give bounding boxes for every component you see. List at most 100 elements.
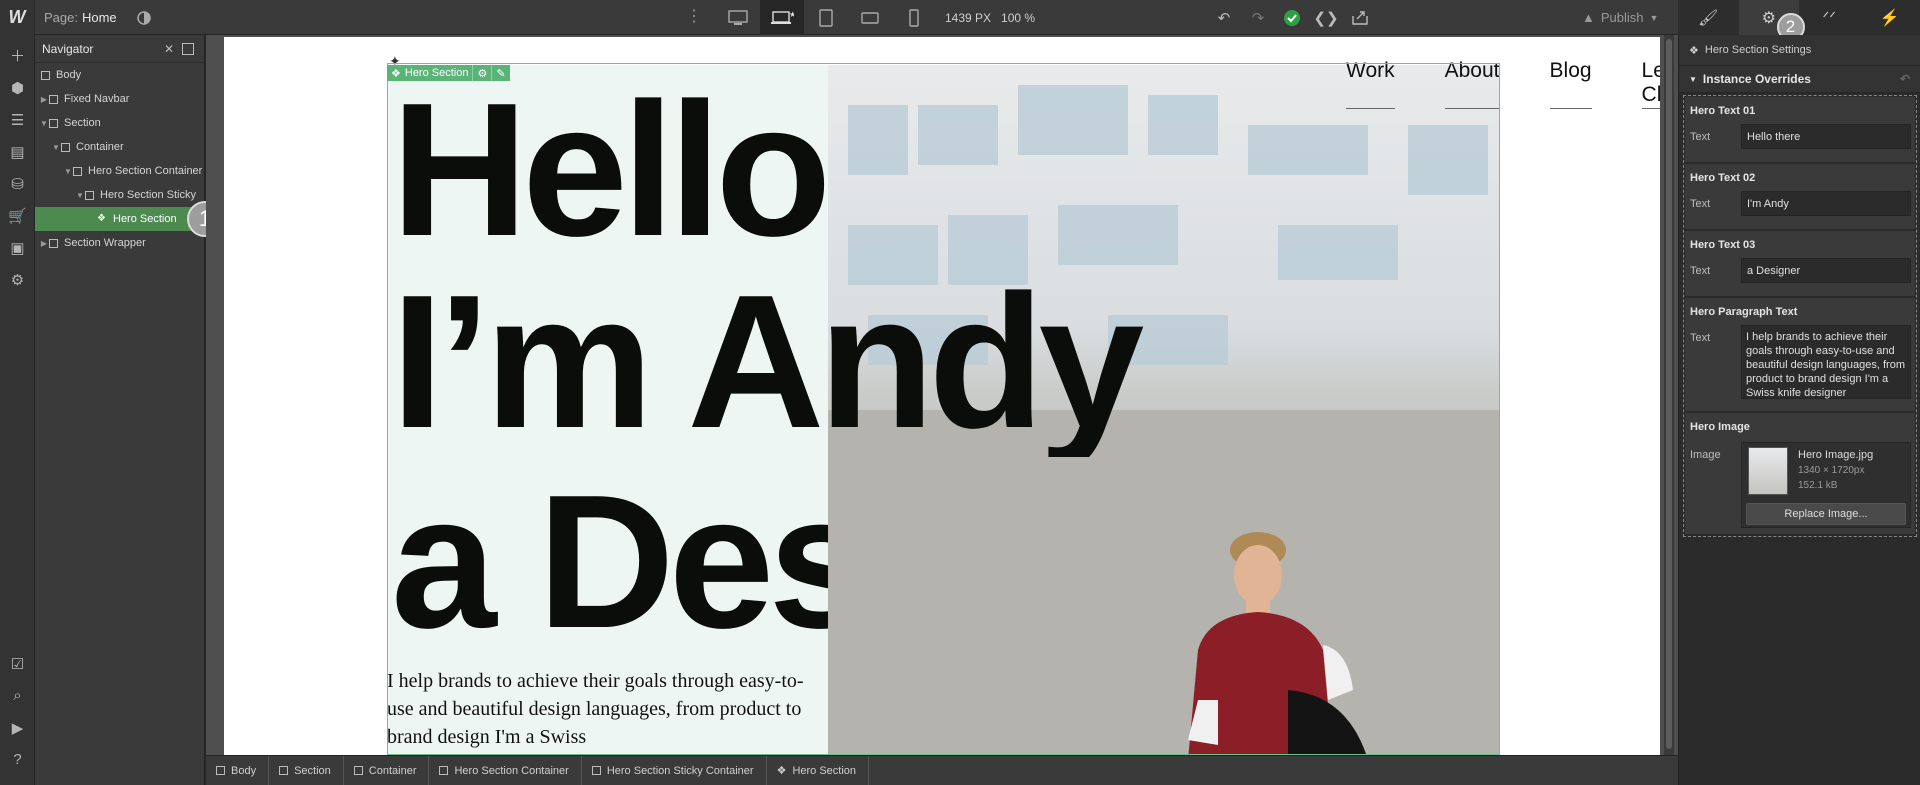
breadcrumb-item[interactable]: Container xyxy=(344,755,430,785)
webflow-logo-icon[interactable]: W xyxy=(0,0,35,35)
close-icon[interactable]: ✕ xyxy=(164,42,174,56)
top-toolbar: W Page: Home ⋮ ★ 1439 PX 100 % ↶ ↷ ❮❯ ▲ … xyxy=(0,0,1920,41)
instance-overrides-label: Instance Overrides xyxy=(1702,72,1811,86)
breadcrumb-item[interactable]: Body xyxy=(206,755,270,785)
caret-down-icon[interactable]: ▼ xyxy=(39,119,49,128)
breadcrumb-item[interactable]: Hero Section Sticky Container xyxy=(582,755,767,785)
help-icon[interactable]: ? xyxy=(7,749,28,770)
hero-text-01-input[interactable]: Hello there xyxy=(1741,124,1911,149)
element-box-icon xyxy=(279,766,289,775)
edit-pencil-icon[interactable]: ✎ xyxy=(491,65,509,81)
breakpoint-desktop-base-icon[interactable]: ★ xyxy=(760,0,804,35)
pages-icon[interactable]: ▤ xyxy=(7,141,28,162)
cms-database-icon[interactable]: ⛁ xyxy=(7,173,28,194)
publish-rocket-icon: ▲ xyxy=(1582,10,1595,25)
hero-paragraph-textarea[interactable]: I help brands to achieve their goals thr… xyxy=(1741,325,1911,399)
left-icon-rail: ＋ ⬢ ☰ ▤ ⛁ 🛒 ▣ ⚙ ☑ ⌕ ▶ ? xyxy=(0,35,35,785)
search-icon[interactable]: ⌕ xyxy=(7,685,28,706)
caret-right-icon[interactable]: ▶ xyxy=(39,95,49,104)
hero-text-03[interactable]: a Designer xyxy=(391,467,828,657)
code-export-icon[interactable]: ❮❯ xyxy=(1313,8,1338,28)
breadcrumb-label: Container xyxy=(368,764,417,777)
video-tutorials-icon[interactable]: ▶ xyxy=(7,717,28,738)
symbols-cube-icon[interactable]: ⬢ xyxy=(7,77,28,98)
tree-item-section[interactable]: ▼ Section xyxy=(35,111,205,135)
hero-text-02-input[interactable]: I'm Andy xyxy=(1741,191,1911,216)
breakpoint-mobile-landscape-icon[interactable] xyxy=(848,0,892,35)
more-dots-icon[interactable]: ⋮ xyxy=(686,8,702,26)
override-hero-text-01: Hero Text 01 Text Hello there xyxy=(1685,97,1915,163)
tree-item-label: Hero Section Container xyxy=(88,165,203,177)
person-photo xyxy=(1188,532,1367,755)
nav-link-lets-chat[interactable]: Lets Chat xyxy=(1641,59,1660,109)
breakpoint-desktop-large-icon[interactable] xyxy=(716,0,760,35)
reset-icon[interactable]: ↶ xyxy=(1900,72,1910,86)
tree-item-body[interactable]: Body xyxy=(35,63,205,87)
nav-link-blog[interactable]: Blog xyxy=(1549,59,1592,109)
settings-title-text: Hero Section Settings xyxy=(1704,44,1812,56)
hero-paragraph[interactable]: I help brands to achieve their goals thr… xyxy=(387,667,827,751)
navigator-layers-icon[interactable]: ☰ xyxy=(7,109,28,130)
breadcrumb-item[interactable]: Section xyxy=(269,755,344,785)
add-panel-icon[interactable]: ＋ xyxy=(7,45,28,66)
hero-text-03-input[interactable]: a Designer xyxy=(1741,258,1911,283)
replace-image-button[interactable]: Replace Image... xyxy=(1746,503,1906,525)
share-icon[interactable] xyxy=(1350,8,1370,28)
interactions-bolt-icon[interactable]: ⚡ xyxy=(1860,0,1920,35)
zoom-readout[interactable]: 100 % xyxy=(1001,11,1035,25)
image-filesize: 152.1 kB xyxy=(1798,480,1838,491)
project-settings-gear-icon[interactable]: ⚙ xyxy=(7,269,28,290)
caret-down-icon[interactable]: ▼ xyxy=(63,167,73,176)
tree-item-hero-section-sticky[interactable]: ▼ Hero Section Sticky xyxy=(35,183,205,207)
preview-eye-icon[interactable] xyxy=(136,10,152,26)
audit-checkbox-icon[interactable]: ☑ xyxy=(7,653,28,674)
caret-down-icon[interactable]: ▼ xyxy=(75,191,85,200)
breadcrumb-item[interactable]: ❖ Hero Section xyxy=(767,755,870,785)
dock-panel-icon[interactable] xyxy=(182,43,194,55)
canvas-size-readout: 1439 PX 100 % xyxy=(945,0,1035,35)
override-field-label: Text xyxy=(1690,265,1711,277)
tree-item-container[interactable]: ▼ Container xyxy=(35,135,205,159)
hero-section[interactable]: Hello I’m Andy a Designer I help brands … xyxy=(387,65,1499,755)
right-panel-tabs: 🖌 ⚙ 2 ᐟᐟ ⚡ xyxy=(1678,0,1920,41)
image-dimensions: 1340 × 1720px xyxy=(1798,465,1865,476)
image-picker[interactable]: Hero Image.jpg 1340 × 1720px 152.1 kB Re… xyxy=(1741,442,1911,528)
settings-gear-icon[interactable]: ⚙ xyxy=(472,65,491,81)
tree-item-label: Hero Section Sticky xyxy=(100,189,196,201)
interactions-drops-icon[interactable]: ᐟᐟ xyxy=(1799,0,1860,35)
canvas-scrollbar[interactable] xyxy=(1664,35,1674,755)
instance-overrides-header[interactable]: ▼ Instance Overrides ↶ xyxy=(1679,65,1920,93)
publish-button[interactable]: ▲ Publish ▼ xyxy=(1582,0,1658,35)
page-canvas[interactable]: ✦ Hello I’m Andy a Des I help brands to … xyxy=(224,37,1660,755)
breadcrumb-label: Hero Section xyxy=(792,764,857,777)
breakpoint-tablet-icon[interactable] xyxy=(804,0,848,35)
caret-down-icon[interactable]: ▼ xyxy=(51,143,61,152)
element-box-icon xyxy=(73,166,82,176)
ecommerce-cart-icon[interactable]: 🛒 xyxy=(7,205,28,226)
component-icon: ❖ xyxy=(391,67,401,80)
redo-icon[interactable]: ↷ xyxy=(1248,8,1268,28)
status-check-icon[interactable] xyxy=(1282,8,1302,28)
caret-right-icon[interactable]: ▶ xyxy=(39,239,49,248)
tree-item-fixed-navbar[interactable]: ▶ Fixed Navbar xyxy=(35,87,205,111)
undo-icon[interactable]: ↶ xyxy=(1214,8,1234,28)
nav-link-about[interactable]: About xyxy=(1444,59,1500,109)
assets-images-icon[interactable]: ▣ xyxy=(7,237,28,258)
chevron-down-icon: ▼ xyxy=(1649,12,1659,23)
settings-gear-icon[interactable]: ⚙ 2 xyxy=(1738,0,1805,41)
nav-link-work[interactable]: Work xyxy=(1346,59,1395,109)
override-field-label: Text xyxy=(1690,332,1711,344)
page-selector[interactable]: Page: Home xyxy=(44,0,117,35)
breakpoint-mobile-portrait-icon[interactable] xyxy=(892,0,936,35)
style-brush-icon[interactable]: 🖌 xyxy=(1678,0,1739,35)
tree-item-hero-section[interactable]: ❖ Hero Section xyxy=(35,207,205,231)
override-hero-image: Hero Image Image Hero Image.jpg 1340 × 1… xyxy=(1685,413,1915,535)
tree-item-section-wrapper[interactable]: ▶ Section Wrapper xyxy=(35,231,205,255)
scrollbar-thumb[interactable] xyxy=(1666,39,1672,749)
tree-item-label: Section Wrapper xyxy=(64,237,146,249)
selection-label[interactable]: ❖ Hero Section ⚙ ✎ xyxy=(387,65,510,81)
navigator-panel: Navigator ✕ Body ▶ Fixed Navbar ▼ Section … xyxy=(35,35,223,785)
tree-item-hero-section-container[interactable]: ▼ Hero Section Container xyxy=(35,159,205,183)
breadcrumb-item[interactable]: Hero Section Container xyxy=(429,755,582,785)
breadcrumb: Body Section Container Hero Section Cont… xyxy=(206,755,1678,785)
